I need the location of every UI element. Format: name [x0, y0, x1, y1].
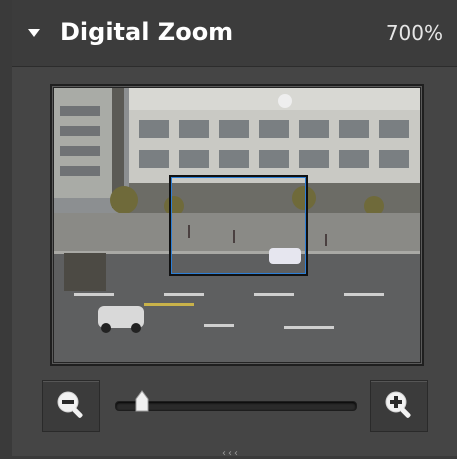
digital-zoom-panel: Digital Zoom 700% ‹‹‹ — [12, 0, 457, 459]
panel-header[interactable]: Digital Zoom 700% — [12, 0, 457, 67]
zoom-in-button[interactable] — [370, 380, 428, 432]
triangle-down-icon[interactable] — [28, 29, 40, 37]
zoom-slider[interactable] — [115, 390, 357, 412]
zoom-level-readout: 700% — [385, 21, 443, 45]
zoom-controls — [12, 378, 457, 438]
resize-grip-icon[interactable]: ‹‹‹ — [222, 448, 240, 459]
panel-title: Digital Zoom — [60, 18, 234, 46]
zoom-in-icon — [385, 391, 411, 418]
zoom-out-icon — [57, 391, 83, 418]
zoom-out-button[interactable] — [42, 380, 100, 432]
slider-thumb[interactable] — [134, 390, 150, 412]
zoom-preview[interactable] — [50, 84, 424, 366]
camera-scene — [54, 88, 420, 362]
zoom-region-box[interactable] — [169, 175, 308, 276]
